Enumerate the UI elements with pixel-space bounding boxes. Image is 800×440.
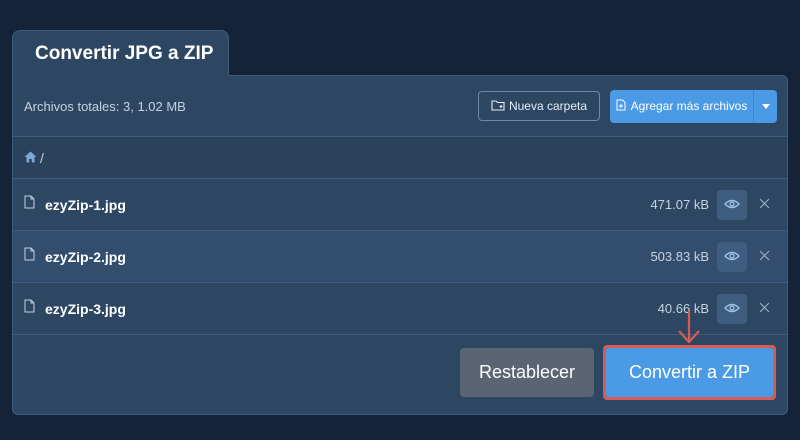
remove-file-button[interactable] <box>753 298 775 320</box>
add-files-group: Agregar más archivos <box>610 89 777 123</box>
file-icon <box>24 247 35 266</box>
eye-icon <box>724 300 740 318</box>
convert-to-zip-button[interactable]: Convertir a ZIP <box>606 348 773 397</box>
close-icon <box>759 300 770 318</box>
home-icon[interactable] <box>24 150 37 166</box>
add-more-files-button[interactable]: Agregar más archivos <box>610 89 753 123</box>
add-more-files-label: Agregar más archivos <box>630 99 748 113</box>
preview-button[interactable] <box>717 189 747 220</box>
file-plus-icon <box>616 99 626 114</box>
eye-icon <box>724 248 740 266</box>
action-footer: Restablecer Convertir a ZIP <box>13 334 787 414</box>
preview-button[interactable] <box>717 293 747 324</box>
file-size: 503.83 kB <box>650 249 709 264</box>
preview-button[interactable] <box>717 241 747 272</box>
file-icon <box>24 299 35 318</box>
file-name: ezyZip-2.jpg <box>45 248 126 265</box>
new-folder-button[interactable]: Nueva carpeta <box>478 91 600 121</box>
file-panel: Archivos totales: 3, 1.02 MB Nueva carpe… <box>12 75 788 415</box>
total-files-label: Archivos totales: 3, 1.02 MB <box>24 98 186 114</box>
breadcrumb-separator: / <box>40 149 44 166</box>
file-row: ezyZip-2.jpg 503.83 kB <box>13 231 787 283</box>
close-icon <box>759 196 770 214</box>
add-files-dropdown-button[interactable] <box>753 89 777 123</box>
close-icon <box>759 248 770 266</box>
new-folder-label: Nueva carpeta <box>508 99 588 113</box>
caret-down-icon <box>761 101 770 112</box>
convert-highlight-outline: Convertir a ZIP <box>603 345 776 400</box>
file-row: ezyZip-3.jpg 40.66 kB <box>13 283 787 335</box>
remove-file-button[interactable] <box>753 246 775 268</box>
tab-convertir-jpg-zip[interactable]: Convertir JPG a ZIP <box>12 30 229 76</box>
file-name: ezyZip-1.jpg <box>45 196 126 213</box>
tab-title: Convertir JPG a ZIP <box>35 42 214 64</box>
folder-plus-icon <box>491 99 505 114</box>
toolbar: Archivos totales: 3, 1.02 MB Nueva carpe… <box>13 76 787 137</box>
file-size: 471.07 kB <box>650 197 709 212</box>
breadcrumb: / <box>13 137 787 179</box>
file-icon <box>24 195 35 214</box>
arrow-down-icon <box>676 310 702 349</box>
eye-icon <box>724 196 740 214</box>
file-row: ezyZip-1.jpg 471.07 kB <box>13 179 787 231</box>
remove-file-button[interactable] <box>753 194 775 216</box>
file-name: ezyZip-3.jpg <box>45 300 126 317</box>
reset-button[interactable]: Restablecer <box>460 348 594 397</box>
